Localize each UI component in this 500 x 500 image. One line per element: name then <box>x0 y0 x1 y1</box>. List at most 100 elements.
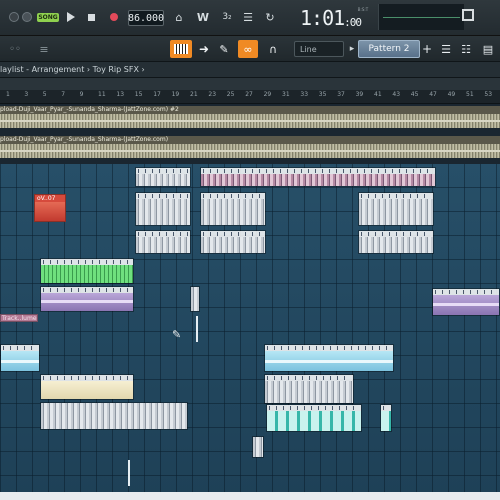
ruler-tick-label: 43 <box>392 91 401 98</box>
ruler-tick-label: 13 <box>116 91 125 98</box>
horizontal-scrollbar[interactable] <box>0 492 500 500</box>
pattern-song-switch[interactable] <box>6 7 34 27</box>
pattern-clip-cyan[interactable] <box>0 344 40 372</box>
piano-roll-button[interactable] <box>170 40 192 58</box>
slip-tool-icon[interactable]: ∞ <box>238 40 258 58</box>
paint-tool-icon[interactable]: ✎ <box>216 40 232 58</box>
ruler-tick-label: 51 <box>466 91 474 98</box>
arrow-tool-icon[interactable]: ➜ <box>196 40 212 58</box>
clip-label: Track..lume <box>2 315 37 322</box>
clip-label: oV..07 <box>37 195 56 202</box>
pattern-clip[interactable] <box>135 167 191 187</box>
ruler-tick-label: 37 <box>337 91 345 98</box>
ruler-tick-label: 41 <box>374 91 382 98</box>
audio-clip-track-2[interactable]: pload-Duji_Vaar_Pyar_-Sunanda_Sharma-(Ja… <box>0 136 500 158</box>
time-unit-label: B:S:T <box>357 6 369 12</box>
record-icon <box>110 13 118 21</box>
transport-bar: SONG 86.000 ⌂ W 3₂ ☰ ↻ 1:01:00 B:S:T <box>0 0 500 36</box>
audio-waveform <box>0 144 500 158</box>
playlist-title-bar: laylist - Arrangement › Toy Rip SFX › <box>0 62 500 78</box>
loop-record-icon[interactable]: ↻ <box>262 7 278 27</box>
pattern-clip[interactable] <box>40 402 188 430</box>
pattern-clip[interactable] <box>135 192 191 226</box>
audio-waveform <box>0 114 500 128</box>
stop-button[interactable] <box>84 7 98 27</box>
pattern-clip-purple[interactable] <box>432 288 500 316</box>
mixer-icon[interactable]: ≡ <box>34 40 54 58</box>
audio-clip-track-1[interactable]: pload-Duji_Vaar_Pyar_-Sunanda_Sharma-(Ja… <box>0 106 500 128</box>
ruler-tick-label: 33 <box>300 91 309 98</box>
pattern-clip[interactable] <box>135 230 191 254</box>
pattern-clip-teal[interactable] <box>266 404 362 432</box>
pattern-clip-thin[interactable] <box>196 316 198 342</box>
pattern-clip-green[interactable] <box>40 258 134 284</box>
playlist-scroll-strip[interactable] <box>0 78 500 90</box>
ruler-tick-label: 7 <box>61 91 66 98</box>
mixer-panel-icon[interactable]: ☰ <box>438 40 454 58</box>
ruler-tick-label: 39 <box>355 91 364 98</box>
timeline-ruler[interactable]: 1 3 5 7 9 11 13 15 17 19 21 23 25 27 29 31 33 35 37 39 41 43 4… <box>0 90 500 104</box>
ruler-tick-label: 27 <box>245 91 253 98</box>
browser-icon[interactable]: ▤ <box>480 40 496 58</box>
pattern-clip[interactable] <box>200 192 266 226</box>
time-main: 1:01 <box>300 6 345 30</box>
ruler-tick-label: 25 <box>226 91 235 98</box>
song-mode-indicator[interactable]: SONG <box>37 13 59 22</box>
fl-studio-window: SONG 86.000 ⌂ W 3₂ ☰ ↻ 1:01:00 B:S:T ◦◦ … <box>0 0 500 500</box>
play-icon <box>67 12 75 22</box>
playlist-grid[interactable]: oV..07 Track..lume <box>0 164 500 500</box>
pattern-clip[interactable] <box>200 167 436 187</box>
ruler-tick-label: 45 <box>410 91 419 98</box>
pattern-clip[interactable] <box>190 286 200 312</box>
oscilloscope <box>378 4 464 30</box>
ruler-tick-label: 35 <box>318 91 327 98</box>
playlist-breadcrumb: laylist - Arrangement › Toy Rip SFX › <box>0 65 145 74</box>
countdown-icon[interactable]: 3₂ <box>218 7 236 27</box>
snap-magnet-icon[interactable]: ∩ <box>264 40 282 58</box>
ruler-tick-label: 29 <box>263 91 272 98</box>
pattern-clip[interactable] <box>252 436 264 458</box>
mouse-pointer-icon: ✎ <box>172 328 182 341</box>
snap-select[interactable]: Line <box>294 41 344 57</box>
undo-icon[interactable]: ◦◦ <box>0 40 30 58</box>
pattern-clip-thin[interactable] <box>128 460 130 486</box>
step-edit-icon[interactable]: ☰ <box>240 7 256 27</box>
audio-clip-label: pload-Duji_Vaar_Pyar_-Sunanda_Sharma-(Ja… <box>0 106 500 114</box>
pattern-selector[interactable]: Pattern 2 <box>358 40 420 58</box>
pattern-clip[interactable] <box>264 374 354 404</box>
pattern-clip[interactable] <box>200 230 266 254</box>
pattern-clip-red[interactable]: oV..07 <box>34 194 66 222</box>
piano-icon <box>174 44 188 54</box>
play-button[interactable] <box>63 7 79 27</box>
cpu-monitor-icon[interactable] <box>462 9 474 21</box>
tempo-display[interactable]: 86.000 <box>128 10 164 26</box>
ruler-tick-label: 5 <box>42 91 47 98</box>
ruler-tick-label: 47 <box>429 91 437 98</box>
time-ticks: :00 <box>344 15 362 29</box>
ruler-tick-label: 15 <box>134 91 143 98</box>
ruler-tick-label: 11 <box>98 91 106 98</box>
pattern-clip-teal[interactable] <box>380 404 392 432</box>
ruler-tick-label: 1 <box>6 91 10 98</box>
add-pattern-icon[interactable]: + <box>422 40 432 58</box>
metronome-icon[interactable]: ⌂ <box>171 7 187 27</box>
pattern-clip-cream[interactable] <box>40 374 134 400</box>
ruler-tick-label: 19 <box>171 91 180 98</box>
ruler-tick-label: 31 <box>282 91 290 98</box>
channel-rack-icon[interactable]: ☷ <box>458 40 474 58</box>
ruler-tick-label: 9 <box>79 91 84 98</box>
playlist-toolbar: ◦◦ ≡ ➜ ✎ ∞ ∩ Line ▸ Pattern 2 + ☰ ☷ ▤ <box>0 36 500 62</box>
record-button[interactable] <box>106 7 122 27</box>
wait-for-input-icon[interactable]: W <box>193 7 213 27</box>
stop-icon <box>87 13 95 21</box>
ruler-tick-label: 53 <box>484 91 493 98</box>
ruler-tick-label: 3 <box>24 91 29 98</box>
pattern-clip-cyan[interactable] <box>264 344 394 372</box>
pattern-clip-purple[interactable] <box>40 286 134 312</box>
pattern-clip[interactable] <box>358 192 434 226</box>
automation-clip[interactable]: Track..lume <box>0 314 38 322</box>
pattern-clip[interactable] <box>358 230 434 254</box>
audio-clip-label: pload-Duji_Vaar_Pyar_-Sunanda_Sharma-(Ja… <box>0 136 500 144</box>
pattern-prev-icon[interactable]: ▸ <box>348 40 356 58</box>
ruler-tick-label: 49 <box>447 91 456 98</box>
